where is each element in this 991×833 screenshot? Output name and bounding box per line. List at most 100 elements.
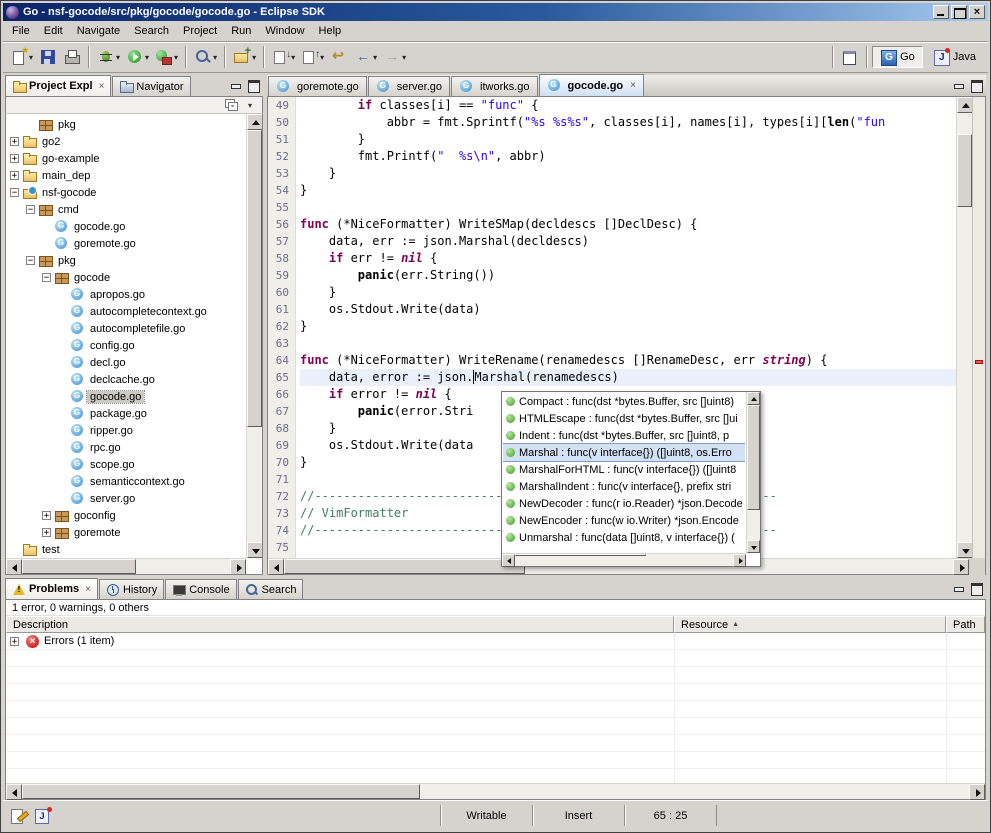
dropdown-arrow-icon[interactable]: ▾ <box>402 53 406 62</box>
scroll-left-icon[interactable] <box>6 784 22 800</box>
dropdown-arrow-icon[interactable]: ▾ <box>373 53 377 62</box>
tree-item-goremote-go[interactable]: goremote.go <box>6 235 246 252</box>
previous-annotation-button[interactable]: ▾ <box>299 46 326 68</box>
tree-item-pkg[interactable]: pkg <box>6 116 246 133</box>
autocomplete-item[interactable]: NewDecoder : func(r io.Reader) *json.Dec… <box>503 495 745 512</box>
editor-vertical-scrollbar[interactable] <box>956 97 972 558</box>
scroll-up-icon[interactable] <box>247 114 263 130</box>
menu-window[interactable]: Window <box>258 22 311 40</box>
expander-collapsed-icon[interactable]: + <box>10 637 19 646</box>
tree-item-decl-go[interactable]: decl.go <box>6 354 246 371</box>
run-button[interactable]: ▾ <box>124 46 151 68</box>
minimize-view-icon[interactable] <box>951 581 966 595</box>
expander-expanded-icon[interactable]: − <box>26 256 35 265</box>
dropdown-arrow-icon[interactable]: ▾ <box>145 53 149 62</box>
tree-item-gocode[interactable]: −gocode <box>6 269 246 286</box>
tree-item-rpc-go[interactable]: rpc.go <box>6 439 246 456</box>
tree-item-go2[interactable]: +go2 <box>6 133 246 150</box>
open-perspective-button[interactable] <box>839 46 861 68</box>
scroll-down-icon[interactable] <box>747 540 760 553</box>
explorer-horizontal-scrollbar[interactable] <box>6 558 246 574</box>
tree-item-nsf-gocode[interactable]: −nsf-gocode <box>6 184 246 201</box>
tree-item-config-go[interactable]: config.go <box>6 337 246 354</box>
menu-project[interactable]: Project <box>176 22 224 40</box>
tree-item-go-example[interactable]: +go-example <box>6 150 246 167</box>
maximize-icon[interactable] <box>951 5 967 19</box>
debug-button[interactable]: ▾ <box>95 46 122 68</box>
close-tab-icon[interactable]: × <box>630 80 636 91</box>
menu-navigate[interactable]: Navigate <box>70 22 127 40</box>
scroll-right-icon[interactable] <box>953 559 969 575</box>
autocomplete-item[interactable]: Marshal : func(v interface{}) ([]uint8, … <box>503 444 745 461</box>
minimize-icon[interactable] <box>933 5 949 19</box>
dropdown-arrow-icon[interactable]: ▾ <box>252 53 256 62</box>
view-menu-button[interactable]: ▾ <box>242 98 258 113</box>
minimize-editor-icon[interactable] <box>951 78 966 92</box>
problems-row[interactable]: +Errors (1 item) <box>6 633 985 650</box>
menu-help[interactable]: Help <box>312 22 349 40</box>
tree-item-main-dep[interactable]: +main_dep <box>6 167 246 184</box>
explorer-tab-navigator[interactable]: Navigator <box>112 76 190 96</box>
fast-view-java-icon[interactable] <box>32 807 52 825</box>
problems-tab-problems[interactable]: Problems× <box>5 578 98 599</box>
title-bar[interactable]: Go - nsf-gocode/src/pkg/gocode/gocode.go… <box>3 3 988 21</box>
scrollbar-thumb[interactable] <box>957 134 972 207</box>
scroll-up-icon[interactable] <box>957 97 973 113</box>
scroll-left-icon[interactable] <box>6 559 22 575</box>
scrollbar-thumb[interactable] <box>22 784 420 799</box>
autocomplete-item[interactable]: HTMLEscape : func(dst *bytes.Buffer, src… <box>503 410 745 427</box>
tree-item-cmd[interactable]: −cmd <box>6 201 246 218</box>
expander-collapsed-icon[interactable]: + <box>42 511 51 520</box>
run-external-tools-button[interactable]: ▾ <box>153 46 180 68</box>
expander-collapsed-icon[interactable]: + <box>42 528 51 537</box>
editor-tab-goremote-go[interactable]: goremote.go <box>268 76 367 96</box>
problems-tab-history[interactable]: History <box>99 579 164 599</box>
problems-tab-search[interactable]: Search <box>238 579 304 599</box>
explorer-vertical-scrollbar[interactable] <box>246 114 262 558</box>
maximize-view-icon[interactable] <box>246 78 261 92</box>
menu-run[interactable]: Run <box>224 22 258 40</box>
scroll-left-icon[interactable] <box>268 559 284 575</box>
menu-edit[interactable]: Edit <box>37 22 70 40</box>
expander-collapsed-icon[interactable]: + <box>10 137 19 146</box>
dropdown-arrow-icon[interactable]: ▾ <box>174 53 178 62</box>
forward-button[interactable]: ▾ <box>381 46 408 68</box>
scroll-right-icon[interactable] <box>733 554 746 567</box>
tree-item-gocode-go[interactable]: gocode.go <box>6 218 246 235</box>
expander-expanded-icon[interactable]: − <box>10 188 19 197</box>
new-wizard-button[interactable]: ▾ <box>8 46 35 68</box>
scroll-up-icon[interactable] <box>747 392 760 405</box>
editor-tab-gocode-go[interactable]: gocode.go× <box>539 74 644 96</box>
scroll-right-icon[interactable] <box>969 784 985 800</box>
maximize-view-icon[interactable] <box>969 581 984 595</box>
autocomplete-vertical-scrollbar[interactable] <box>746 392 760 553</box>
minimize-view-icon[interactable] <box>228 78 243 92</box>
scroll-right-icon[interactable] <box>230 559 246 575</box>
maximize-editor-icon[interactable] <box>969 78 984 92</box>
autocomplete-item[interactable]: NewEncoder : func(w io.Writer) *json.Enc… <box>503 512 745 529</box>
scrollbar-thumb[interactable] <box>747 405 760 510</box>
problems-tab-console[interactable]: Console <box>165 579 236 599</box>
explorer-tab-project-expl[interactable]: Project Expl× <box>5 75 111 96</box>
column-header-resource[interactable]: Resource▲ <box>674 616 946 633</box>
tree-item-declcache-go[interactable]: declcache.go <box>6 371 246 388</box>
menu-file[interactable]: File <box>5 22 37 40</box>
column-header-path[interactable]: Path <box>946 616 985 633</box>
editor-tab-itworks-go[interactable]: itworks.go <box>451 76 538 96</box>
autocomplete-item[interactable]: Indent : func(dst *bytes.Buffer, src []u… <box>503 427 745 444</box>
tree-item-goremote[interactable]: +goremote <box>6 524 246 541</box>
tree-item-server-go[interactable]: server.go <box>6 490 246 507</box>
autocomplete-item[interactable]: MarshalForHTML : func(v interface{}) ([]… <box>503 461 745 478</box>
scroll-down-icon[interactable] <box>957 542 973 558</box>
perspective-go-button[interactable]: Go <box>872 46 923 68</box>
autocomplete-item[interactable]: MarshalIndent : func(v interface{}, pref… <box>503 478 745 495</box>
scrollbar-thumb[interactable] <box>284 559 525 574</box>
close-icon[interactable]: × <box>969 5 985 19</box>
fast-view-editor-icon[interactable] <box>9 807 29 825</box>
tree-item-semanticcontext-go[interactable]: semanticcontext.go <box>6 473 246 490</box>
tree-item-autocompletefile-go[interactable]: autocompletefile.go <box>6 320 246 337</box>
scrollbar-thumb[interactable] <box>515 554 646 556</box>
print-button[interactable] <box>61 46 83 68</box>
problems-horizontal-scrollbar[interactable] <box>6 783 985 799</box>
tree-item-autocompletecontext-go[interactable]: autocompletecontext.go <box>6 303 246 320</box>
